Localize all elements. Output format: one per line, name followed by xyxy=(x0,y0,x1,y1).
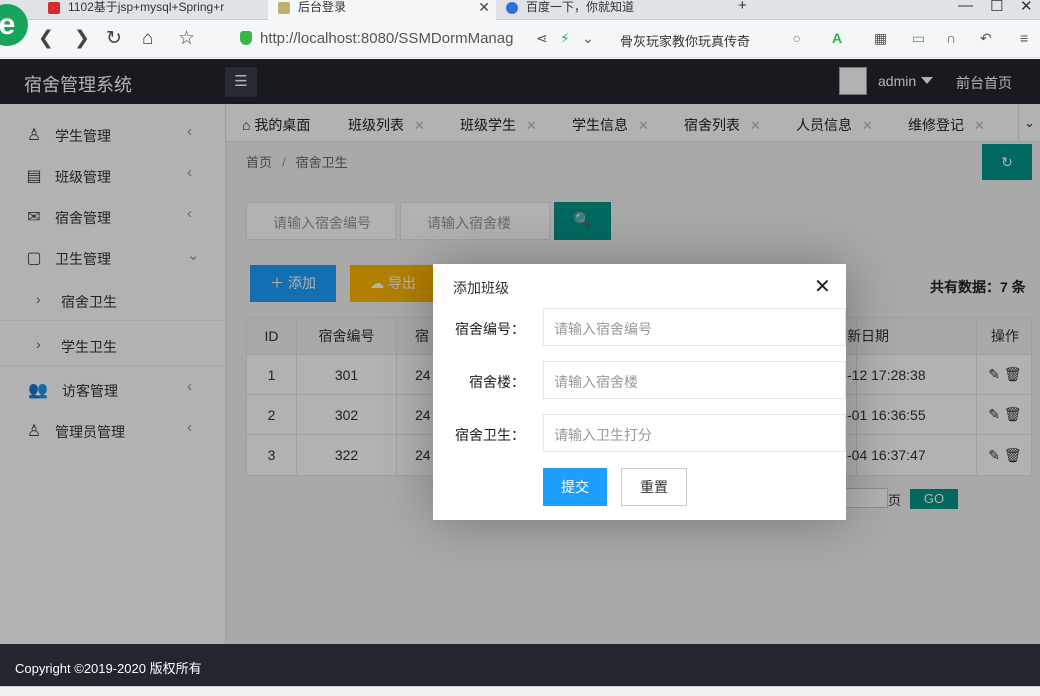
browser-tab-title: 后台登录 xyxy=(298,0,347,14)
building-field[interactable]: 请输入宿舍楼 xyxy=(543,361,846,399)
secure-shield-icon xyxy=(240,31,252,45)
battery-icon[interactable]: ▭ xyxy=(912,30,925,47)
window-close-icon[interactable]: ✕ xyxy=(1020,0,1033,15)
browser-search-field[interactable]: 骨灰玩家教你玩真传奇 ○ xyxy=(612,27,807,51)
back-icon[interactable]: ❮ xyxy=(38,29,54,49)
translate-icon[interactable]: A xyxy=(832,30,842,46)
tab-close-icon[interactable]: ✕ xyxy=(478,0,490,14)
browser-tabbar: 1102基于jsp+mysql+Spring+r 后台登录 ✕ 百度一下，你就知… xyxy=(0,0,1040,20)
hygiene-score-field[interactable]: 请输入卫生打分 xyxy=(543,414,846,452)
headphones-icon[interactable]: ∩ xyxy=(946,30,956,46)
undo-icon[interactable]: ↶ xyxy=(980,30,992,47)
bookmark-star-icon[interactable]: ☆ xyxy=(178,29,195,49)
new-tab-button[interactable]: + xyxy=(738,0,747,14)
app-root: 1102基于jsp+mysql+Spring+r 后台登录 ✕ 百度一下，你就知… xyxy=(0,0,1040,696)
browser-tab-title: 1102基于jsp+mysql+Spring+r xyxy=(68,0,225,14)
dialog-title: 添加班级 xyxy=(453,280,509,296)
browser-tab-2[interactable]: 后台登录 ✕ xyxy=(268,0,496,20)
input-placeholder: 请输入卫生打分 xyxy=(554,427,652,443)
building-label: 宿舍楼： xyxy=(469,374,525,390)
tab-favicon-icon xyxy=(278,2,290,14)
input-placeholder: 请输入宿舍编号 xyxy=(554,321,652,337)
home-icon[interactable]: ⌂ xyxy=(142,29,153,49)
share-icon[interactable]: ⋖ xyxy=(536,30,548,47)
add-dialog: 添加班级 ✕ 宿舍编号： 请输入宿舍编号 宿舍楼： 请输入宿舍楼 宿舍卫生： 请… xyxy=(433,264,846,520)
menu-icon[interactable]: ≡ xyxy=(1020,30,1028,46)
forward-icon[interactable]: ❯ xyxy=(74,29,90,49)
browser-tab-1[interactable]: 1102基于jsp+mysql+Spring+r xyxy=(38,0,268,20)
minimize-icon[interactable]: — xyxy=(958,0,973,14)
search-icon[interactable]: ○ xyxy=(793,30,801,46)
lightning-icon[interactable]: ⚡ xyxy=(560,30,570,47)
dorm-no-field[interactable]: 请输入宿舍编号 xyxy=(543,308,846,346)
maximize-icon[interactable]: ☐ xyxy=(990,0,1003,15)
browser-tab-title: 百度一下，你就知道 xyxy=(526,0,635,14)
url-text: http://localhost:8080/SSMDormManag xyxy=(260,30,514,47)
submit-button[interactable]: 提交 xyxy=(543,468,607,506)
browser-tab-3[interactable]: 百度一下，你就知道 xyxy=(496,0,726,20)
tab-favicon-icon xyxy=(48,2,60,14)
app-footer: Copyright ©2019-2020 版权所有 xyxy=(0,644,1040,686)
browser-statusbar xyxy=(0,686,1040,696)
hygiene-label: 宿舍卫生： xyxy=(455,427,525,443)
browser-search-text: 骨灰玩家教你玩真传奇 xyxy=(620,34,751,49)
apps-grid-icon[interactable]: ▦ xyxy=(874,30,887,47)
input-placeholder: 请输入宿舍楼 xyxy=(554,374,638,390)
reload-icon[interactable]: ↻ xyxy=(106,29,122,49)
copyright-text: Copyright ©2019-2020 版权所有 xyxy=(15,661,202,676)
close-icon[interactable]: ✕ xyxy=(814,274,831,299)
baidu-paw-icon xyxy=(506,2,518,14)
dorm-no-label: 宿舍编号： xyxy=(455,321,525,337)
reset-button[interactable]: 重置 xyxy=(621,468,687,506)
dropdown-chevron-icon[interactable]: ⌄ xyxy=(582,30,594,47)
browser-addressbar: e ❮ ❯ ↻ ⌂ ☆ http://localhost:8080/SSMDor… xyxy=(0,4,1040,58)
